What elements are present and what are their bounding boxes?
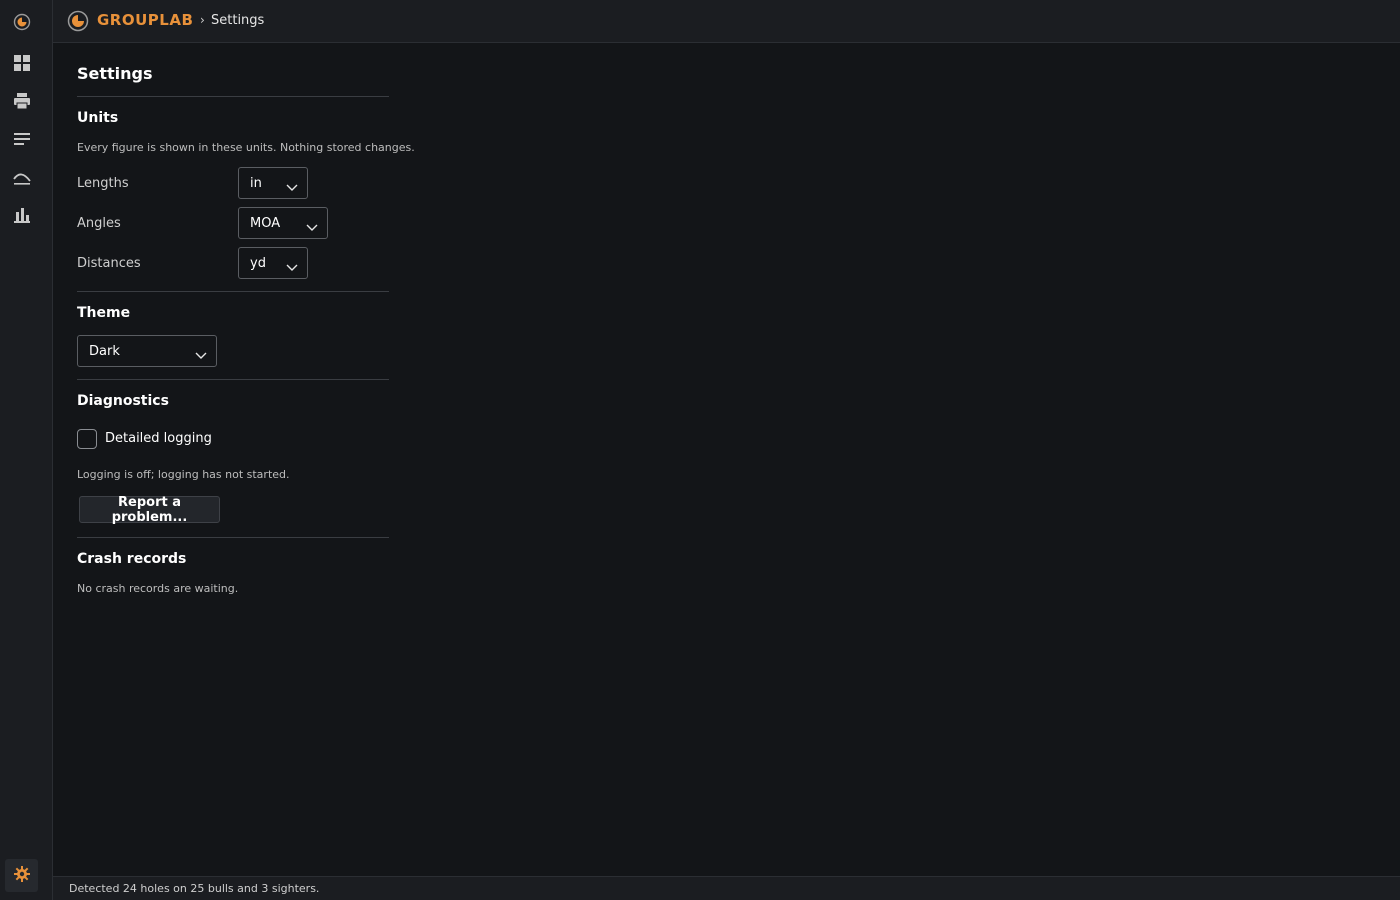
theme-value: Dark — [89, 344, 120, 359]
chevron-down-icon — [286, 178, 298, 191]
diagnostics-title: Diagnostics — [77, 393, 169, 409]
divider — [77, 291, 389, 292]
angles-value: MOA — [250, 216, 281, 231]
crash-records-title: Crash records — [77, 551, 187, 567]
bar-chart-icon[interactable] — [11, 204, 33, 226]
lengths-value: in — [250, 176, 262, 191]
theme-title: Theme — [77, 305, 131, 321]
app-logo-icon[interactable] — [11, 11, 33, 33]
chevron-down-icon — [286, 258, 298, 271]
lengths-select[interactable]: in — [238, 167, 308, 199]
divider — [77, 379, 389, 380]
units-hint: Every figure is shown in these units. No… — [77, 141, 415, 154]
brand-name[interactable]: GROUPLAB — [97, 11, 193, 29]
distances-label: Distances — [77, 256, 141, 271]
gear-icon — [13, 865, 30, 886]
printer-icon[interactable] — [11, 90, 33, 112]
units-title: Units — [77, 110, 119, 126]
brand-logo-icon[interactable] — [67, 10, 89, 32]
settings-rail-button[interactable] — [5, 859, 38, 892]
page-title: Settings — [77, 64, 153, 83]
list-icon[interactable] — [11, 128, 33, 150]
distances-value: yd — [250, 256, 266, 271]
angles-label: Angles — [77, 216, 121, 231]
lengths-label: Lengths — [77, 176, 129, 191]
status-bar: Detected 24 holes on 25 bulls and 3 sigh… — [53, 876, 1400, 900]
divider — [77, 96, 389, 97]
status-text: Detected 24 holes on 25 bulls and 3 sigh… — [69, 882, 320, 895]
chevron-down-icon — [306, 218, 318, 231]
report-problem-button[interactable]: Report a problem... — [79, 495, 220, 525]
breadcrumb-separator: › — [200, 13, 205, 27]
trajectory-icon[interactable] — [11, 166, 33, 188]
nav-rail — [0, 0, 53, 900]
divider — [77, 537, 389, 538]
detailed-logging-checkbox[interactable] — [77, 429, 97, 449]
logging-status: Logging is off; logging has not started. — [77, 468, 290, 481]
theme-select[interactable]: Dark — [77, 335, 217, 367]
chevron-down-icon — [195, 346, 207, 359]
detailed-logging-label[interactable]: Detailed logging — [105, 431, 212, 446]
breadcrumb: Settings — [211, 13, 265, 28]
dashboard-icon[interactable] — [11, 52, 33, 74]
angles-select[interactable]: MOA — [238, 207, 328, 239]
distances-select[interactable]: yd — [238, 247, 308, 279]
top-bar: GROUPLAB › Settings — [53, 0, 1400, 43]
crash-records-hint: No crash records are waiting. — [77, 582, 239, 595]
